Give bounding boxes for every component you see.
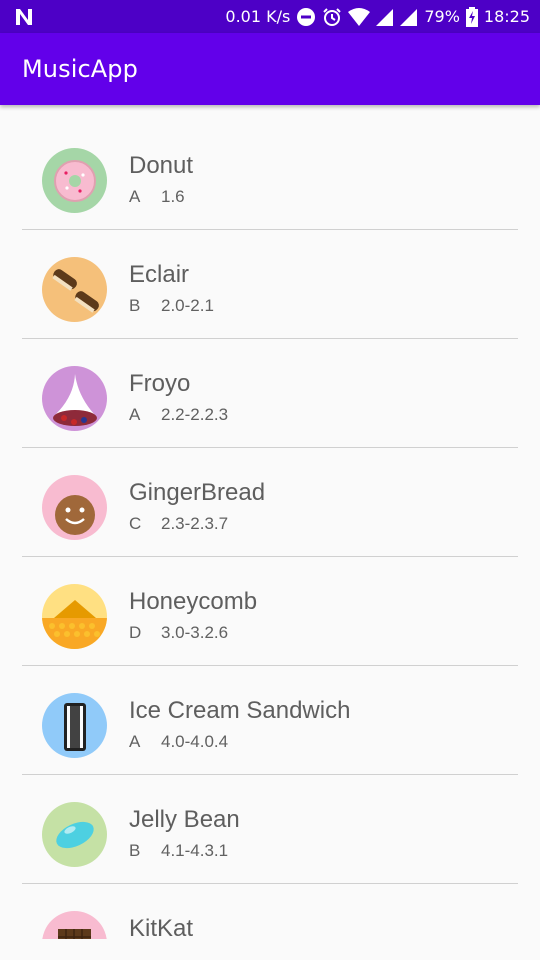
- list-item[interactable]: Froyo A 2.2-2.2.3: [22, 339, 518, 448]
- list-item[interactable]: Honeycomb D 3.0-3.2.6: [22, 557, 518, 666]
- item-subtitle: A 2.2-2.2.3: [129, 405, 228, 425]
- network-speed: 0.01 K/s: [225, 7, 291, 26]
- item-version: 2.0-2.1: [161, 296, 214, 315]
- version-list[interactable]: Donut A 1.6 Eclair B 2.0-2.1 Froyo A 2.2…: [0, 121, 540, 939]
- battery-percent: 79%: [424, 7, 460, 26]
- item-version: 1.6: [161, 187, 185, 206]
- ice-cream-sandwich-icon: [42, 693, 107, 758]
- item-title: Eclair: [129, 261, 190, 288]
- item-subtitle: B 4.1-4.3.1: [129, 841, 228, 861]
- alarm-icon: [323, 7, 342, 26]
- item-title: GingerBread: [129, 479, 266, 506]
- signal-icon: [400, 8, 418, 26]
- froyo-icon: [42, 366, 107, 431]
- item-code: C: [129, 514, 142, 533]
- status-indicators: 0.01 K/s 79% 18:25: [225, 6, 530, 27]
- item-subtitle: D 3.0-3.2.6: [129, 623, 228, 643]
- item-code: A: [129, 405, 141, 424]
- item-title: Donut: [129, 152, 194, 179]
- item-code: D: [129, 623, 142, 642]
- item-title: Jelly Bean: [129, 806, 240, 833]
- item-title: Honeycomb: [129, 588, 258, 615]
- eclair-icon: [42, 257, 107, 322]
- clock: 18:25: [483, 7, 530, 26]
- battery-charging-icon: [465, 6, 478, 27]
- item-subtitle: C 2.3-2.3.7: [129, 514, 228, 534]
- do-not-disturb-icon: [297, 7, 316, 26]
- item-subtitle: A 1.6: [129, 187, 185, 207]
- item-subtitle: A 4.0-4.0.4: [129, 732, 228, 752]
- item-version: 2.3-2.3.7: [161, 514, 229, 533]
- list-item[interactable]: Jelly Bean B 4.1-4.3.1: [22, 775, 518, 884]
- list-item[interactable]: Eclair B 2.0-2.1: [22, 230, 518, 339]
- list-item[interactable]: GingerBread C 2.3-2.3.7: [22, 448, 518, 557]
- kitkat-icon: [42, 911, 107, 939]
- app-title: MusicApp: [22, 55, 138, 83]
- item-title: Froyo: [129, 370, 191, 397]
- item-version: 4.1-4.3.1: [161, 841, 229, 860]
- wifi-icon: [348, 7, 371, 26]
- item-code: A: [129, 732, 141, 751]
- status-bar: 0.01 K/s 79% 18:25: [0, 0, 540, 33]
- item-version: 3.0-3.2.6: [161, 623, 229, 642]
- item-code: B: [129, 841, 141, 860]
- item-version: 4.0-4.0.4: [161, 732, 229, 751]
- donut-icon: [42, 148, 107, 213]
- list-item[interactable]: Donut A 1.6: [22, 121, 518, 230]
- item-version: 2.2-2.2.3: [161, 405, 229, 424]
- gingerbread-icon: [42, 475, 107, 540]
- item-title: KitKat: [129, 915, 194, 939]
- n-logo-icon: [16, 8, 32, 25]
- item-subtitle: B 2.0-2.1: [129, 296, 214, 316]
- signal-r-icon: [376, 8, 394, 26]
- list-item[interactable]: Ice Cream Sandwich A 4.0-4.0.4: [22, 666, 518, 775]
- jelly-bean-icon: [42, 802, 107, 867]
- item-code: B: [129, 296, 141, 315]
- item-code: A: [129, 187, 141, 206]
- honeycomb-icon: [42, 584, 107, 649]
- list-item[interactable]: KitKat: [22, 884, 518, 939]
- item-title: Ice Cream Sandwich: [129, 697, 351, 724]
- app-bar: MusicApp: [0, 33, 540, 105]
